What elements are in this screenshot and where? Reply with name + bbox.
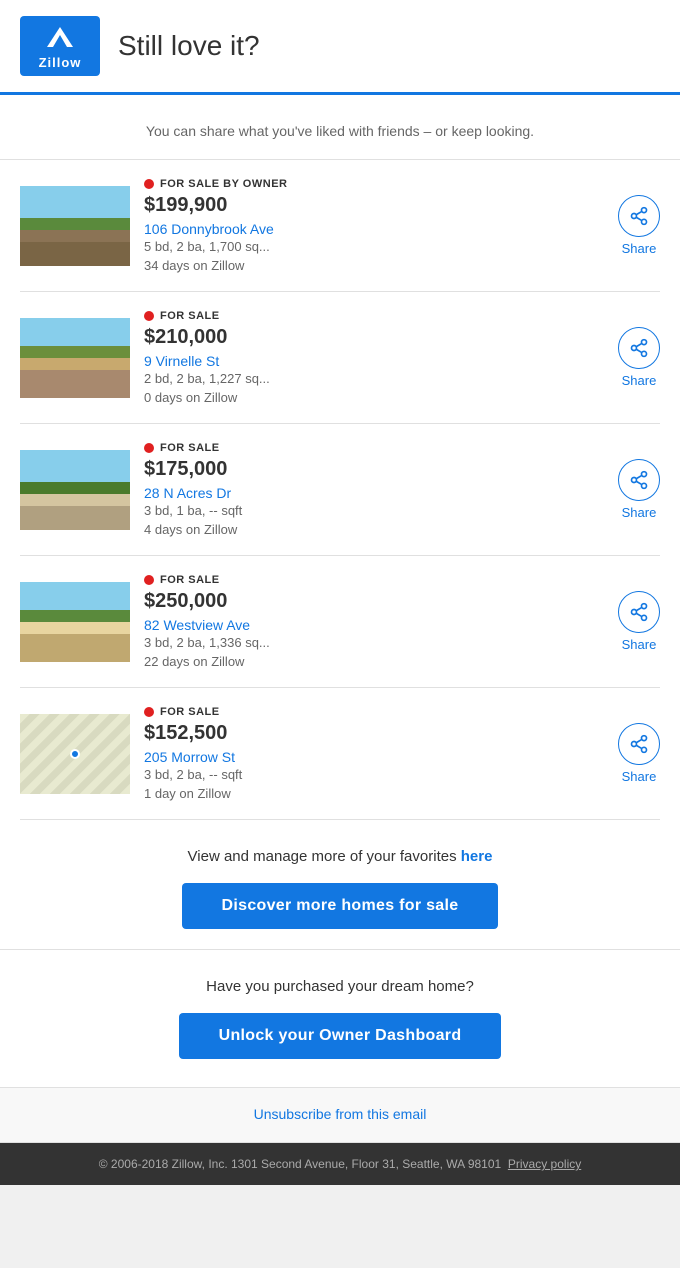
- listing-address[interactable]: 106 Donnybrook Ave: [144, 221, 274, 237]
- listing-info: FOR SALE $152,500 205 Morrow St 3 bd, 2 …: [144, 706, 604, 801]
- owner-question-text: Have you purchased your dream home?: [20, 978, 660, 995]
- tag-text: FOR SALE: [160, 706, 220, 718]
- footer-text: © 2006-2018 Zillow, Inc. 1301 Second Ave…: [20, 1157, 660, 1171]
- status-dot: [144, 311, 154, 321]
- listing-details: 3 bd, 2 ba, -- sqft: [144, 767, 604, 782]
- listing-details: 3 bd, 1 ba, -- sqft: [144, 503, 604, 518]
- favorites-static-text: View and manage more of your favorites: [188, 848, 461, 865]
- listing-details: 5 bd, 2 ba, 1,700 sq...: [144, 239, 604, 254]
- listing-info: FOR SALE BY OWNER $199,900 106 Donnybroo…: [144, 178, 604, 273]
- listing-address[interactable]: 205 Morrow St: [144, 749, 235, 765]
- listing-address[interactable]: 9 Virnelle St: [144, 353, 219, 369]
- listing-price: $250,000: [144, 590, 604, 613]
- listing-price: $199,900: [144, 194, 604, 217]
- footer-address: © 2006-2018 Zillow, Inc. 1301 Second Ave…: [99, 1157, 501, 1171]
- share-button[interactable]: Share: [618, 459, 660, 520]
- share-icon: [618, 459, 660, 501]
- listing-details: 2 bd, 2 ba, 1,227 sq...: [144, 371, 604, 386]
- listing-address[interactable]: 82 Westview Ave: [144, 617, 250, 633]
- listing-days: 22 days on Zillow: [144, 654, 604, 669]
- zillow-wordmark: Zillow: [39, 55, 82, 70]
- page-title: Still love it?: [118, 30, 260, 62]
- subtitle-text: You can share what you've liked with fri…: [20, 123, 660, 139]
- share-button[interactable]: Share: [618, 195, 660, 256]
- header: Zillow Still love it?: [0, 0, 680, 95]
- listing-tag: FOR SALE: [144, 574, 604, 586]
- subtitle-section: You can share what you've liked with fri…: [0, 95, 680, 160]
- tag-text: FOR SALE: [160, 574, 220, 586]
- listing-image: [20, 186, 130, 266]
- share-label: Share: [622, 769, 657, 784]
- list-item: FOR SALE $250,000 82 Westview Ave 3 bd, …: [20, 556, 660, 688]
- listing-info: FOR SALE $250,000 82 Westview Ave 3 bd, …: [144, 574, 604, 669]
- zillow-z-icon: [45, 23, 75, 55]
- listing-tag: FOR SALE BY OWNER: [144, 178, 604, 190]
- share-label: Share: [622, 241, 657, 256]
- status-dot: [144, 443, 154, 453]
- zillow-logo: Zillow: [20, 16, 100, 76]
- listing-list: FOR SALE BY OWNER $199,900 106 Donnybroo…: [0, 160, 680, 820]
- share-button[interactable]: Share: [618, 327, 660, 388]
- listing-tag: FOR SALE: [144, 310, 604, 322]
- listing-price: $152,500: [144, 722, 604, 745]
- listing-tag: FOR SALE: [144, 442, 604, 454]
- listing-info: FOR SALE $175,000 28 N Acres Dr 3 bd, 1 …: [144, 442, 604, 537]
- listing-days: 1 day on Zillow: [144, 786, 604, 801]
- favorites-section: View and manage more of your favorites h…: [0, 820, 680, 950]
- listing-days: 0 days on Zillow: [144, 390, 604, 405]
- listing-image: [20, 714, 130, 794]
- listing-days: 4 days on Zillow: [144, 522, 604, 537]
- map-placeholder: [20, 714, 130, 794]
- listing-address[interactable]: 28 N Acres Dr: [144, 485, 231, 501]
- unsubscribe-section: Unsubscribe from this email: [0, 1088, 680, 1143]
- share-button[interactable]: Share: [618, 591, 660, 652]
- share-icon: [618, 591, 660, 633]
- privacy-policy-link[interactable]: Privacy policy: [508, 1157, 581, 1171]
- share-icon: [618, 723, 660, 765]
- share-icon: [618, 195, 660, 237]
- unsubscribe-link[interactable]: Unsubscribe from this email: [254, 1106, 427, 1122]
- listing-days: 34 days on Zillow: [144, 258, 604, 273]
- map-dot: [70, 749, 80, 759]
- listing-info: FOR SALE $210,000 9 Virnelle St 2 bd, 2 …: [144, 310, 604, 405]
- email-wrapper: Zillow Still love it? You can share what…: [0, 0, 680, 1185]
- list-item: FOR SALE $210,000 9 Virnelle St 2 bd, 2 …: [20, 292, 660, 424]
- list-item: FOR SALE $175,000 28 N Acres Dr 3 bd, 1 …: [20, 424, 660, 556]
- list-item: FOR SALE BY OWNER $199,900 106 Donnybroo…: [20, 160, 660, 292]
- listing-price: $175,000: [144, 458, 604, 481]
- listing-image: [20, 582, 130, 662]
- unlock-dashboard-button[interactable]: Unlock your Owner Dashboard: [179, 1013, 502, 1059]
- owner-section: Have you purchased your dream home? Unlo…: [0, 950, 680, 1088]
- tag-text: FOR SALE: [160, 442, 220, 454]
- share-label: Share: [622, 505, 657, 520]
- status-dot: [144, 575, 154, 585]
- status-dot: [144, 179, 154, 189]
- listing-tag: FOR SALE: [144, 706, 604, 718]
- footer: © 2006-2018 Zillow, Inc. 1301 Second Ave…: [0, 1143, 680, 1185]
- share-icon: [618, 327, 660, 369]
- tag-text: FOR SALE BY OWNER: [160, 178, 287, 190]
- listing-image: [20, 450, 130, 530]
- favorites-text: View and manage more of your favorites h…: [20, 848, 660, 865]
- tag-text: FOR SALE: [160, 310, 220, 322]
- discover-homes-button[interactable]: Discover more homes for sale: [182, 883, 499, 929]
- listing-price: $210,000: [144, 326, 604, 349]
- share-label: Share: [622, 373, 657, 388]
- share-label: Share: [622, 637, 657, 652]
- listing-details: 3 bd, 2 ba, 1,336 sq...: [144, 635, 604, 650]
- share-button[interactable]: Share: [618, 723, 660, 784]
- favorites-link[interactable]: here: [461, 848, 493, 865]
- status-dot: [144, 707, 154, 717]
- list-item: FOR SALE $152,500 205 Morrow St 3 bd, 2 …: [20, 688, 660, 820]
- listing-image: [20, 318, 130, 398]
